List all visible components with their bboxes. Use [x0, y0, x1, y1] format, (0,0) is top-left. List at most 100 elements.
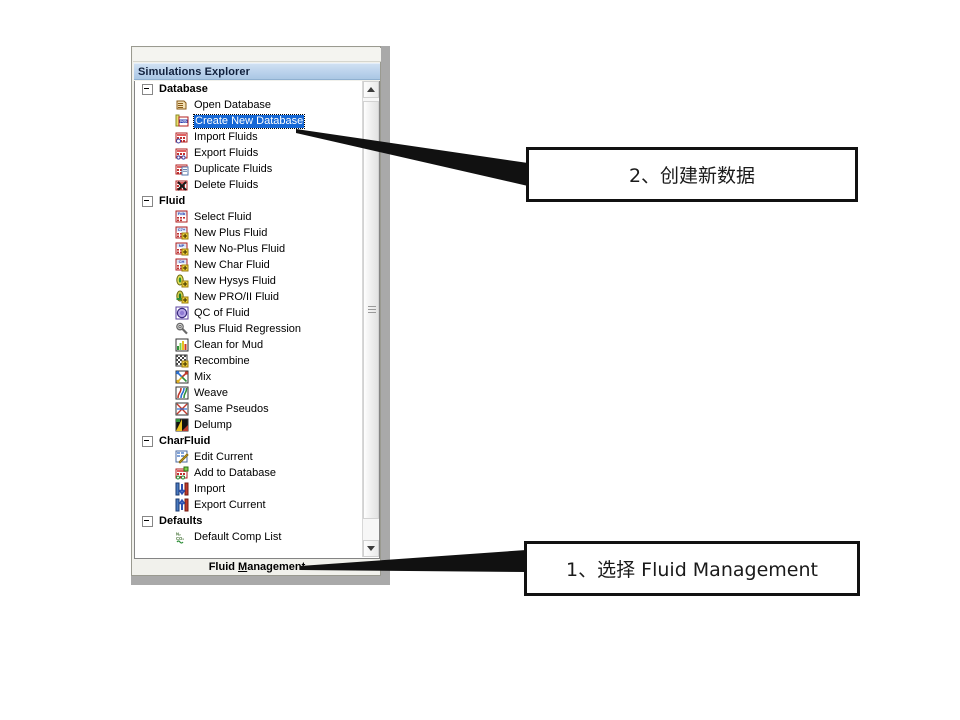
import-fluids-icon [175, 130, 189, 144]
tree-item-label: Mix [194, 370, 212, 383]
tree-item-label: QC of Fluid [194, 306, 250, 319]
tree-item-label: Add to Database [194, 466, 276, 479]
tree-item-new-char-fluid[interactable]: CH New Char Fluid [135, 257, 363, 273]
tree-item-new-pro-ii-fluid[interactable]: New PRO/II Fluid [135, 289, 363, 305]
scrollbar-thumb[interactable] [363, 101, 379, 519]
minus-box-icon[interactable] [142, 195, 153, 207]
tree-scroll-viewport[interactable]: Database Open Database Fdb Create New Datab… [135, 81, 363, 557]
add-to-database-icon [175, 466, 189, 480]
mix-icon [175, 370, 189, 384]
explorer-top-strip [133, 48, 381, 62]
tree-item-label: New Plus Fluid [194, 226, 268, 239]
tree-item-label: Export Current [194, 498, 266, 511]
tree-item-import[interactable]: Import [135, 481, 363, 497]
tree-item-mix[interactable]: Mix [135, 369, 363, 385]
tree-item-label: Delete Fluids [194, 178, 259, 191]
scroll-down-arrow-icon[interactable] [363, 540, 379, 557]
fluid-management-bar[interactable]: Fluid Management [134, 559, 380, 575]
fluid-management-label: Fluid Management [208, 561, 306, 573]
tree-item-qc-of-fluid[interactable]: QC of Fluid [135, 305, 363, 321]
clean-for-mud-icon [175, 338, 189, 352]
tree-group-defaults[interactable]: Defaults [135, 513, 363, 529]
tree-group-fluid[interactable]: Fluid [135, 193, 363, 209]
explorer-inner-frame: Simulations Explorer Database Open Databa… [131, 46, 381, 576]
arrow-down-glyph [367, 546, 375, 551]
tree-item-label: Export Fluids [194, 146, 259, 159]
tree-item-clean-for-mud[interactable]: Clean for Mud [135, 337, 363, 353]
svg-text:Fdb: Fdb [180, 120, 187, 124]
tree-item-weave[interactable]: Weave [135, 385, 363, 401]
tree-item-export-fluids[interactable]: Export Fluids [135, 145, 363, 161]
tree-group-label: CharFluid [159, 435, 211, 447]
recombine-icon [175, 354, 189, 368]
tree-item-label: Clean for Mud [194, 338, 264, 351]
tree-item-delump[interactable]: Delump [135, 417, 363, 433]
tree-item-create-new-database[interactable]: Fdb Create New Database [135, 113, 363, 129]
new-plus-fluid-icon: C7+ [175, 226, 189, 240]
tree-item-plus-fluid-regression[interactable]: Plus Fluid Regression [135, 321, 363, 337]
qc-of-fluid-icon [175, 306, 189, 320]
tree-item-open-database[interactable]: Open Database [135, 97, 363, 113]
svg-text:NP: NP [179, 243, 185, 248]
delump-icon [175, 418, 189, 432]
new-hysys-fluid-icon [175, 274, 189, 288]
tree-item-new-hysys-fluid[interactable]: New Hysys Fluid [135, 273, 363, 289]
delete-fluids-icon [175, 178, 189, 192]
tree-item-label: New PRO/II Fluid [194, 290, 279, 303]
tree-item-new-no-plus-fluid[interactable]: NP New No-Plus Fluid [135, 241, 363, 257]
tree-item-label: Select Fluid [194, 210, 252, 223]
tree-item-export-current[interactable]: Export Current [135, 497, 363, 513]
callout-step-1-text: 1、选择 Fluid Management [566, 559, 818, 581]
tree-item-new-plus-fluid[interactable]: C7+ New Plus Fluid [135, 225, 363, 241]
tree-item-label: Import Fluids [194, 130, 258, 143]
export-current-icon [175, 498, 189, 512]
page-title: Simulations Explorer [138, 65, 251, 78]
tree-item-label: Plus Fluid Regression [194, 322, 301, 335]
tree-item-label: Weave [194, 386, 229, 399]
tree-group-label: Database [159, 83, 208, 95]
tree-item-label: Duplicate Fluids [194, 162, 273, 175]
tree-item-default-comp-list[interactable]: N₂ CO₂ Default Comp List [135, 529, 363, 545]
tree-item-add-to-database[interactable]: Add to Database [135, 465, 363, 481]
callout-box-step-1: 1、选择 Fluid Management [524, 541, 860, 596]
export-fluids-icon [175, 146, 189, 160]
open-database-icon [175, 98, 189, 112]
tree-item-label: Default Comp List [194, 530, 282, 543]
tree-item-label: Recombine [194, 354, 250, 367]
plus-fluid-regression-icon [175, 322, 189, 336]
tree-group-database[interactable]: Database [135, 81, 363, 97]
tree-item-same-pseudos[interactable]: Same Pseudos [135, 401, 363, 417]
create-new-database-icon: Fdb [175, 114, 189, 128]
new-no-plus-fluid-icon: NP [175, 242, 189, 256]
scrollbar-grip-icon [368, 306, 376, 314]
callout-step-2-text: 2、创建新数据 [628, 165, 756, 187]
tree-item-label: Delump [194, 418, 232, 431]
tree-item-delete-fluids[interactable]: Delete Fluids [135, 177, 363, 193]
svg-text:CO₂: CO₂ [176, 536, 184, 541]
tree-item-edit-current[interactable]: Edit Current [135, 449, 363, 465]
tree-item-select-fluid[interactable]: Fdb Select Fluid [135, 209, 363, 225]
edit-current-icon [175, 450, 189, 464]
tree-item-label: Create New Database [192, 113, 306, 129]
vertical-scrollbar[interactable] [362, 81, 379, 557]
scroll-up-arrow-icon[interactable] [363, 81, 379, 98]
new-char-fluid-icon: CH [175, 258, 189, 272]
tree-item-label: New Hysys Fluid [194, 274, 276, 287]
tree-item-recombine[interactable]: Recombine [135, 353, 363, 369]
tree-item-label: New No-Plus Fluid [194, 242, 286, 255]
tree-item-label: Same Pseudos [194, 402, 269, 415]
minus-box-icon[interactable] [142, 435, 153, 447]
tree-group-charfluid[interactable]: CharFluid [135, 433, 363, 449]
tree-item-import-fluids[interactable]: Import Fluids [135, 129, 363, 145]
minus-box-icon[interactable] [142, 515, 153, 527]
select-fluid-icon: Fdb [175, 210, 189, 224]
tree-item-duplicate-fluids[interactable]: Duplicate Fluids [135, 161, 363, 177]
tree-item-label: Open Database [194, 98, 272, 111]
same-pseudos-icon [175, 402, 189, 416]
duplicate-fluids-icon [175, 162, 189, 176]
svg-text:CH: CH [179, 259, 185, 264]
minus-box-icon[interactable] [142, 83, 153, 95]
arrow-up-glyph [367, 87, 375, 92]
explorer-tree-area: Database Open Database Fdb Create New Datab… [134, 81, 380, 559]
import-icon [175, 482, 189, 496]
